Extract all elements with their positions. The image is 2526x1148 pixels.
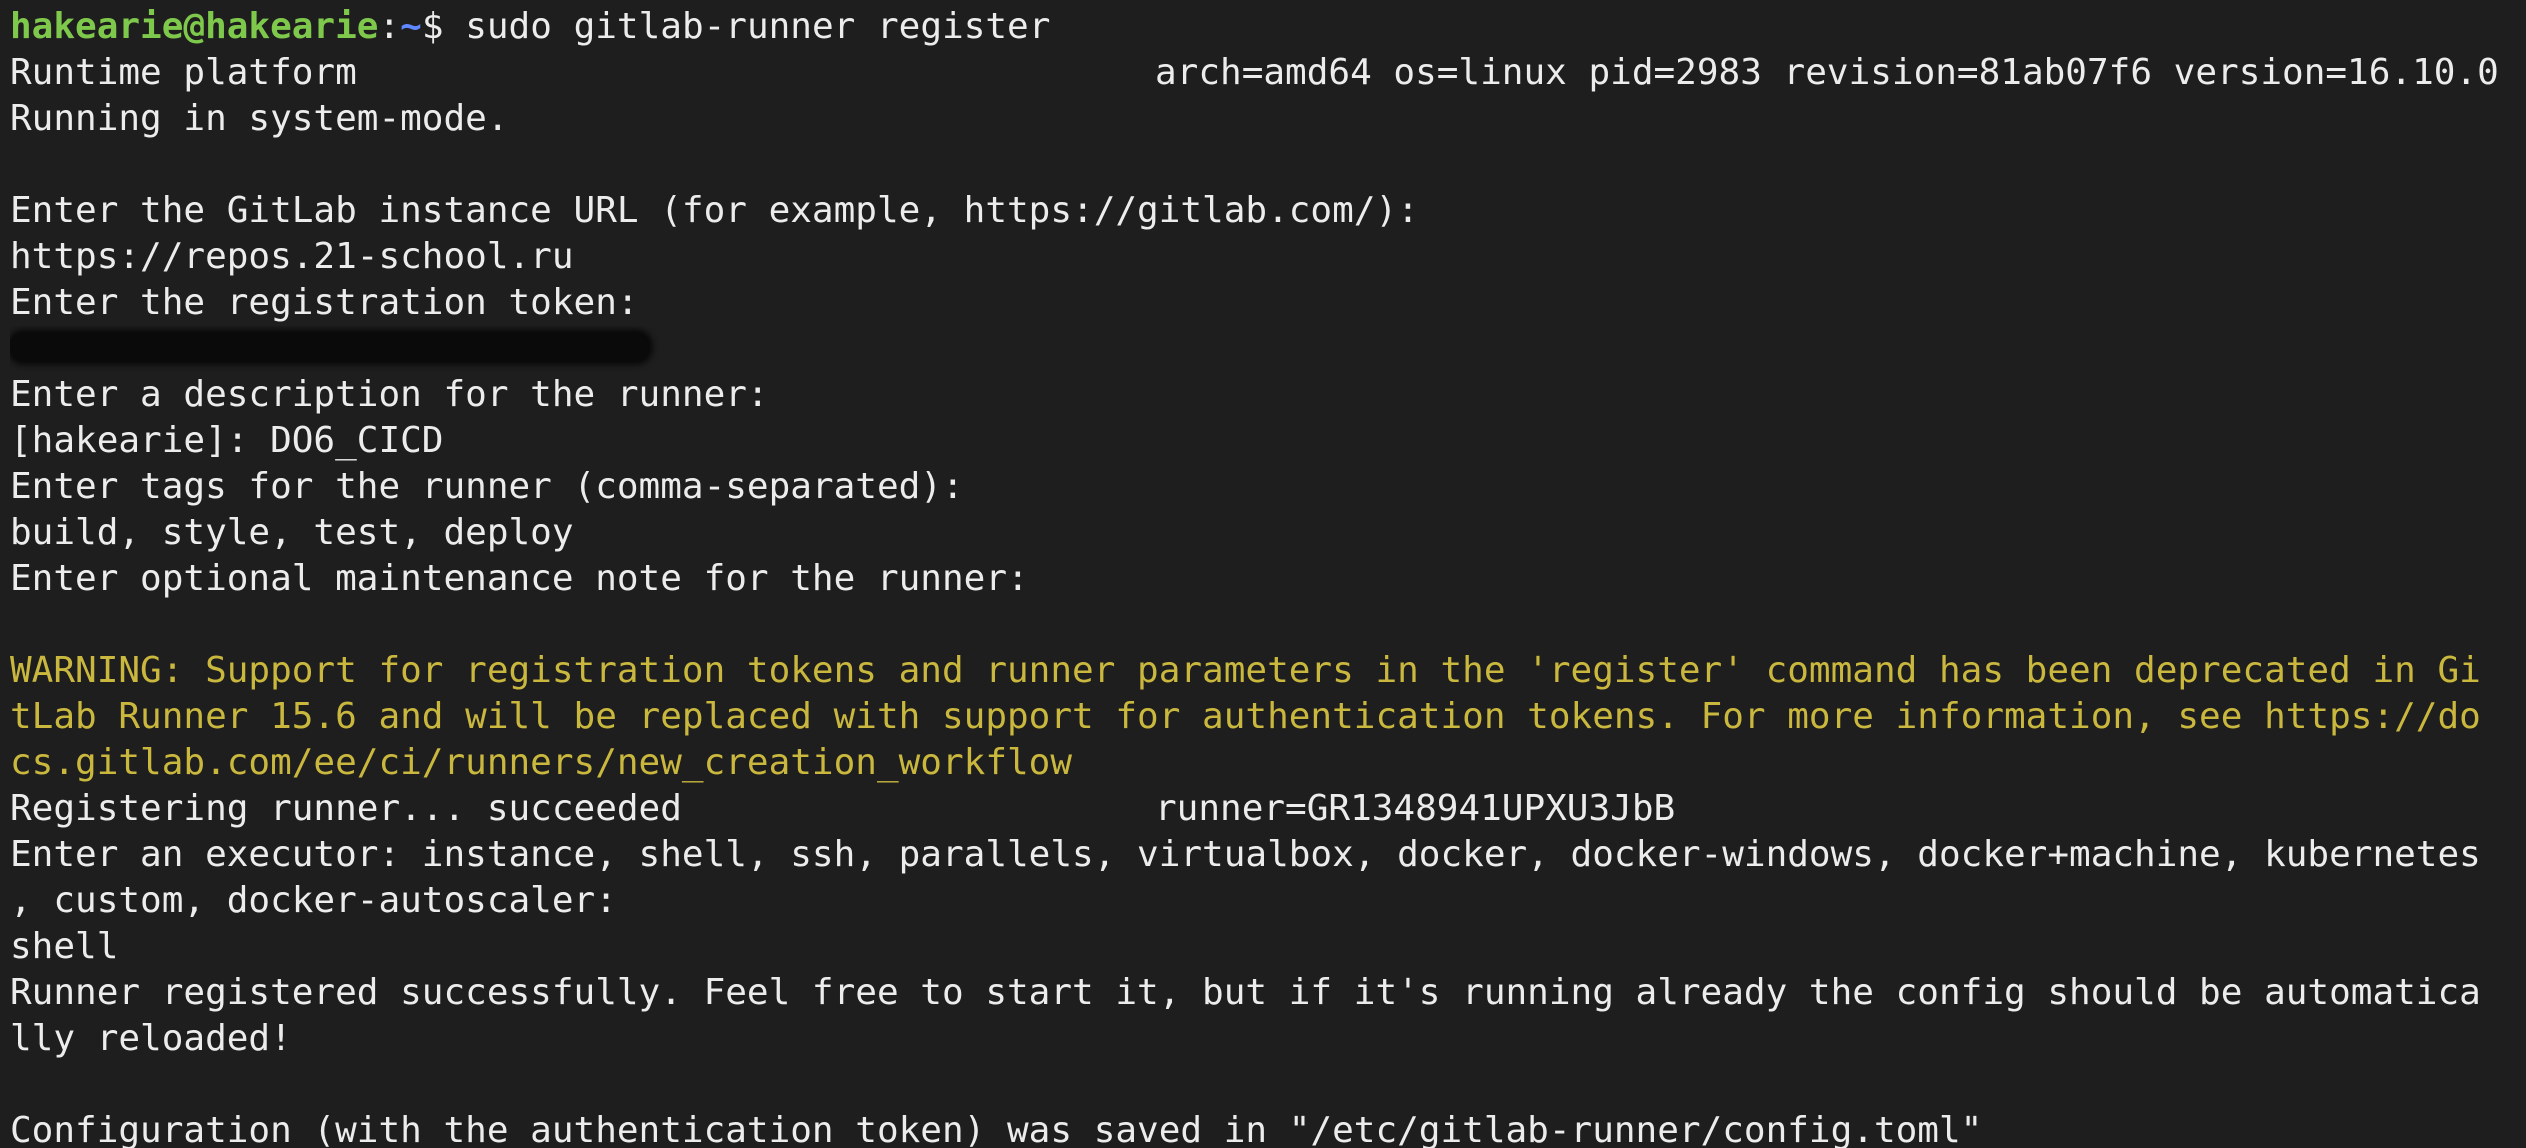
runner-token: runner=GR1348941UPXU3JbB	[1155, 788, 1676, 829]
tags-value-line: build, style, test, deploy	[10, 512, 574, 553]
tags-prompt-line: Enter tags for the runner (comma-separat…	[10, 466, 964, 507]
redacted-token	[10, 332, 650, 362]
token-value-line	[10, 326, 2526, 372]
warning-line-3: cs.gitlab.com/ee/ci/runners/new_creation…	[10, 742, 1073, 783]
note-prompt-line: Enter optional maintenance note for the …	[10, 558, 1029, 599]
prompt-line: hakearie@hakearie:~$ sudo gitlab-runner …	[10, 4, 2526, 50]
success-line-2: lly reloaded!	[10, 1018, 292, 1059]
url-prompt-line: Enter the GitLab instance URL (for examp…	[10, 190, 1419, 231]
prompt-symbol: $	[421, 6, 466, 47]
prompt-path: ~	[400, 6, 422, 47]
executor-prompt-line-2: , custom, docker-autoscaler:	[10, 880, 617, 921]
prompt-user-host: hakearie@hakearie	[10, 6, 379, 47]
url-value-line: https://repos.21-school.ru	[10, 236, 574, 277]
executor-prompt-line-1: Enter an executor: instance, shell, ssh,…	[10, 834, 2481, 875]
runtime-platform-line: Runtime platform arch=amd64 os=linux pid=…	[10, 50, 2526, 96]
token-prompt-line: Enter the registration token:	[10, 282, 639, 323]
description-prompt-line: Enter a description for the runner:	[10, 374, 769, 415]
system-mode-line: Running in system-mode.	[10, 98, 509, 139]
description-value-line: [hakearie]: DO6_CICD	[10, 420, 444, 461]
warning-line-2: tLab Runner 15.6 and will be replaced wi…	[10, 696, 2481, 737]
registering-status: Registering runner... succeeded	[10, 788, 682, 829]
warning-line-1: WARNING: Support for registration tokens…	[10, 650, 2481, 691]
command-text: sudo gitlab-runner register	[465, 6, 1051, 47]
runtime-details: arch=amd64 os=linux pid=2983 revision=81…	[1155, 52, 2499, 93]
prompt-separator: :	[378, 6, 401, 47]
success-line-1: Runner registered successfully. Feel fre…	[10, 972, 2481, 1013]
runtime-label: Runtime platform	[10, 52, 357, 93]
executor-value-line: shell	[10, 926, 119, 967]
config-saved-line: Configuration (with the authentication t…	[10, 1110, 1983, 1148]
terminal-window[interactable]: hakearie@hakearie:~$ sudo gitlab-runner …	[0, 0, 2526, 1148]
registering-line: Registering runner... succeeded runner=GR…	[10, 786, 2526, 832]
